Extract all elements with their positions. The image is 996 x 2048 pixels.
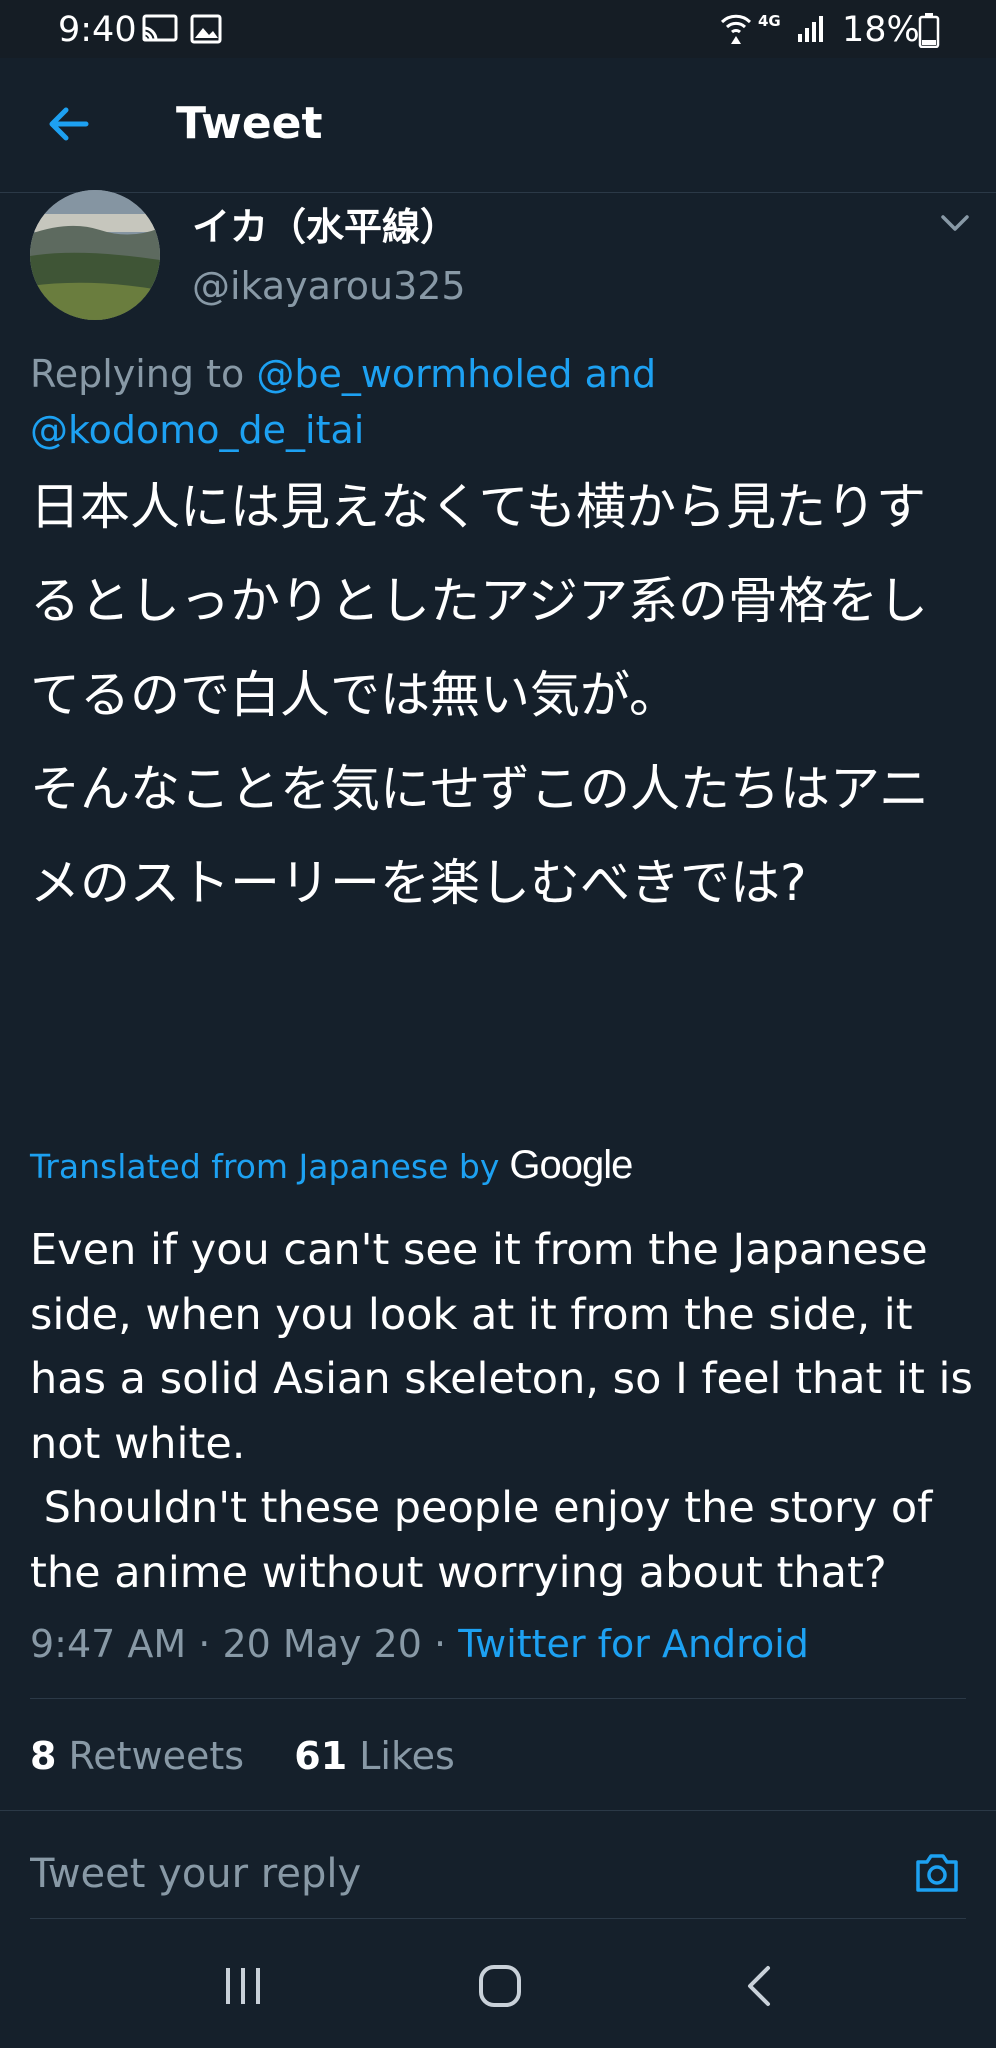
translation-attribution: Translated from Japanese by Google xyxy=(30,1140,633,1192)
camera-icon[interactable] xyxy=(912,1848,962,1898)
battery-percentage: 18% xyxy=(842,10,920,50)
replying-to-prefix: Replying to xyxy=(30,352,245,396)
signal-icon xyxy=(798,16,823,42)
meta-separator: · xyxy=(434,1622,447,1666)
google-logo: Google xyxy=(509,1143,633,1187)
tweet-date: 20 May 20 xyxy=(222,1622,422,1666)
home-icon[interactable] xyxy=(478,1964,522,2008)
retweets-stat[interactable]: 8 Retweets xyxy=(30,1734,244,1778)
cast-icon xyxy=(142,14,178,42)
app-header: Tweet xyxy=(0,58,996,193)
likes-label: Likes xyxy=(359,1734,455,1778)
meta-separator: · xyxy=(198,1622,211,1666)
tweet-time: 9:47 AM xyxy=(30,1622,187,1666)
divider xyxy=(30,1918,966,1919)
author-handle[interactable]: @ikayarou325 xyxy=(192,264,466,308)
divider xyxy=(0,1810,996,1811)
avatar[interactable] xyxy=(30,190,160,320)
tweet-meta: 9:47 AM · 20 May 20 · Twitter for Androi… xyxy=(30,1622,809,1666)
engagement-stats: 8 Retweets 61 Likes xyxy=(30,1734,455,1778)
back-icon[interactable] xyxy=(744,1964,774,2008)
reply-input[interactable] xyxy=(30,1844,890,1904)
tweet-text-translated: Even if you can't see it from the Japane… xyxy=(30,1225,973,1598)
image-icon xyxy=(190,14,222,44)
tweet-text-original: 日本人には見えなくても横から見たりするとしっかりとしたアジア系の骨格をしてるので… xyxy=(30,478,929,912)
replying-to-joiner[interactable]: and xyxy=(585,352,657,396)
back-arrow-icon[interactable] xyxy=(44,100,92,148)
divider xyxy=(30,1698,966,1699)
tweet-source[interactable]: Twitter for Android xyxy=(458,1622,809,1666)
mention-kodomo-de-itai[interactable]: @kodomo_de_itai xyxy=(30,408,364,452)
likes-stat[interactable]: 61 Likes xyxy=(294,1734,455,1778)
mention-be-wormholed[interactable]: @be_wormholed xyxy=(256,352,572,396)
avatar-landscape-image xyxy=(30,190,160,320)
retweets-label: Retweets xyxy=(68,1734,245,1778)
network-type: 4G xyxy=(758,12,781,30)
page-title: Tweet xyxy=(176,98,323,149)
retweets-count: 8 xyxy=(30,1734,57,1778)
status-time: 9:40 xyxy=(58,10,137,50)
author-display-name[interactable]: イカ（水平線） xyxy=(192,196,458,251)
battery-icon xyxy=(918,13,940,48)
system-nav-bar xyxy=(0,1926,996,2048)
wifi-calling-icon xyxy=(720,14,752,44)
status-bar: 9:40 4G 18% xyxy=(0,0,996,58)
likes-count: 61 xyxy=(294,1734,348,1778)
chevron-down-icon[interactable] xyxy=(938,208,972,238)
translated-from-link[interactable]: Translated from Japanese by xyxy=(30,1147,499,1186)
replying-to: Replying to @be_wormholed and @kodomo_de… xyxy=(30,346,960,458)
recents-icon[interactable] xyxy=(222,1966,264,2006)
